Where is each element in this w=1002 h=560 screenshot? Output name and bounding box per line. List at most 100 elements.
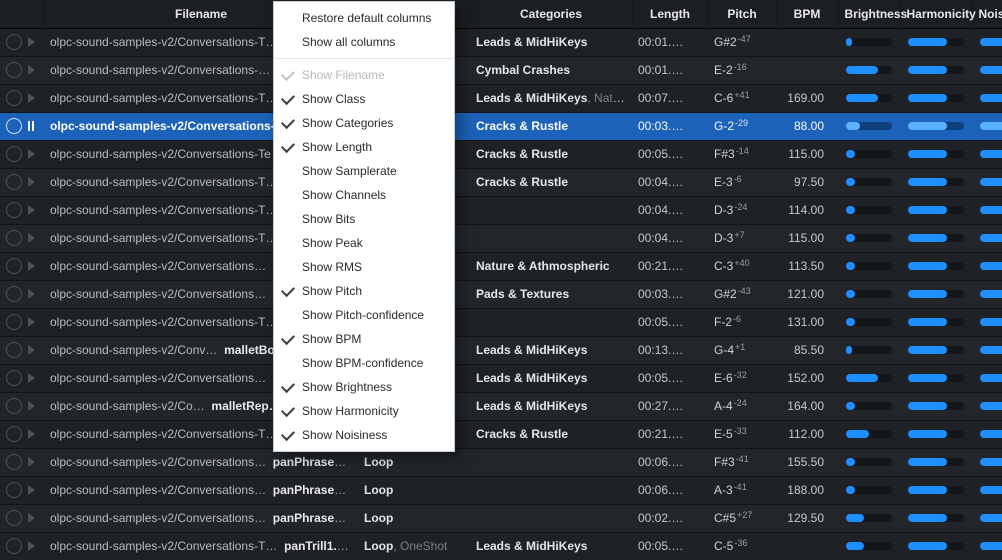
table-row[interactable]: olpc-sound-samples-v2/Conversations-T…Le…	[0, 84, 1002, 112]
menu-restore-default[interactable]: Restore default columns	[274, 6, 454, 30]
categories-cell: Cracks & Rustle	[470, 112, 632, 140]
table-row[interactable]: olpc-sound-samples-v2/Conversations-T…Cr…	[0, 420, 1002, 448]
menu-item[interactable]: Show Noisiness	[274, 423, 454, 447]
col-bpm[interactable]: BPM	[776, 0, 838, 28]
pitch-cell: C-5-36	[708, 532, 776, 560]
table-row[interactable]: olpc-sound-samples-v2/Conversations-TeCr…	[0, 112, 1002, 140]
menu-item[interactable]: Show Peak	[274, 231, 454, 255]
menu-show-all[interactable]: Show all columns	[274, 30, 454, 54]
row-marker-icon[interactable]	[6, 62, 22, 78]
row-marker-icon[interactable]	[6, 258, 22, 274]
play-icon[interactable]	[28, 429, 35, 439]
play-icon[interactable]	[28, 233, 35, 243]
play-icon[interactable]	[28, 457, 35, 467]
table-row[interactable]: olpc-sound-samples-v2/Conv… malletBo…Lea…	[0, 336, 1002, 364]
bpm-cell: 97.50	[776, 168, 838, 196]
table-row[interactable]: olpc-sound-samples-v2/Conversations… pan…	[0, 476, 1002, 504]
row-marker-icon[interactable]	[6, 510, 22, 526]
har-cell	[900, 504, 972, 532]
categories-cell	[470, 476, 632, 504]
table-row[interactable]: olpc-sound-samples-v2/Conversations-TeCr…	[0, 140, 1002, 168]
play-icon[interactable]	[28, 317, 35, 327]
table-row[interactable]: olpc-sound-samples-v2/Conversations… ha……	[0, 280, 1002, 308]
table-row[interactable]: olpc-sound-samples-v2/Conversations-T…00…	[0, 196, 1002, 224]
row-marker-icon[interactable]	[6, 482, 22, 498]
row-marker-icon[interactable]	[6, 314, 22, 330]
play-icon[interactable]	[28, 373, 35, 383]
row-marker-icon[interactable]	[6, 342, 22, 358]
col-length[interactable]: Length	[632, 0, 708, 28]
play-icon[interactable]	[28, 149, 35, 159]
col-pitch[interactable]: Pitch	[708, 0, 776, 28]
menu-item[interactable]: Show Pitch	[274, 279, 454, 303]
row-marker-icon[interactable]	[6, 286, 22, 302]
row-marker-icon[interactable]	[6, 174, 22, 190]
play-icon[interactable]	[28, 485, 35, 495]
col-categories[interactable]: Categories	[470, 0, 632, 28]
row-marker-icon[interactable]	[6, 538, 22, 554]
play-icon[interactable]	[28, 65, 35, 75]
table-row[interactable]: olpc-sound-samples-v2/Conversations-T…00…	[0, 224, 1002, 252]
menu-item[interactable]: Show Brightness	[274, 375, 454, 399]
row-marker-icon[interactable]	[6, 202, 22, 218]
menu-item[interactable]: Show Length	[274, 135, 454, 159]
length-cell: 00:13.576	[632, 336, 708, 364]
menu-item[interactable]: Show BPM	[274, 327, 454, 351]
play-icon[interactable]	[28, 401, 35, 411]
row-marker-icon[interactable]	[6, 118, 22, 134]
playing-icon[interactable]	[28, 121, 34, 131]
table-row[interactable]: olpc-sound-samples-v2/Conversations-T… b…	[0, 28, 1002, 56]
menu-item[interactable]: Show Pitch-confidence	[274, 303, 454, 327]
menu-item[interactable]: Show BPM-confidence	[274, 351, 454, 375]
pitch-cell: F-2-6	[708, 308, 776, 336]
class-cell: Loop	[358, 504, 470, 532]
table-row[interactable]: olpc-sound-samples-v2/Conversations-T… p…	[0, 532, 1002, 560]
menu-item[interactable]: Show Harmonicity	[274, 399, 454, 423]
column-context-menu[interactable]: Restore default columns Show all columns…	[273, 1, 455, 452]
bpm-cell: 113.50	[776, 252, 838, 280]
table-row[interactable]: olpc-sound-samples-v2/Conversations… ma……	[0, 364, 1002, 392]
row-marker-icon[interactable]	[6, 398, 22, 414]
menu-item[interactable]: Show Categories	[274, 111, 454, 135]
table-row[interactable]: olpc-sound-samples-v2/Conversations… pan…	[0, 448, 1002, 476]
table-row[interactable]: olpc-sound-samples-v2/Conversations… pan…	[0, 504, 1002, 532]
play-icon[interactable]	[28, 261, 35, 271]
pitch-cell: G#2-47	[708, 28, 776, 56]
menu-item[interactable]: Show Bits	[274, 207, 454, 231]
row-marker-icon[interactable]	[6, 146, 22, 162]
length-cell: 00:21.320	[632, 420, 708, 448]
bri-cell	[838, 28, 900, 56]
bri-cell	[838, 280, 900, 308]
play-icon[interactable]	[28, 513, 35, 523]
play-icon[interactable]	[28, 37, 35, 47]
row-marker-icon[interactable]	[6, 90, 22, 106]
bpm-cell: 188.00	[776, 476, 838, 504]
play-icon[interactable]	[28, 205, 35, 215]
play-icon[interactable]	[28, 289, 35, 299]
table-row[interactable]: olpc-sound-samples-v2/Conversations-…Cym…	[0, 56, 1002, 84]
menu-item[interactable]: Show Channels	[274, 183, 454, 207]
table-row[interactable]: olpc-sound-samples-v2/Co… malletRep…Lead…	[0, 392, 1002, 420]
row-marker-icon[interactable]	[6, 454, 22, 470]
pitch-cell: D-3-24	[708, 196, 776, 224]
bpm-cell	[776, 56, 838, 84]
table-row[interactable]: olpc-sound-samples-v2/Conversations-T…00…	[0, 308, 1002, 336]
play-icon[interactable]	[28, 345, 35, 355]
table-row[interactable]: olpc-sound-samples-v2/Conversations… g…N…	[0, 252, 1002, 280]
table-row[interactable]: olpc-sound-samples-v2/Conversations-T…Cr…	[0, 168, 1002, 196]
menu-item[interactable]: Show RMS	[274, 255, 454, 279]
play-icon[interactable]	[28, 541, 35, 551]
col-brightness[interactable]: Brightness	[838, 0, 900, 28]
row-marker-icon[interactable]	[6, 230, 22, 246]
row-marker-icon[interactable]	[6, 426, 22, 442]
col-noisiness[interactable]: Noisiness	[972, 0, 1002, 28]
bri-cell	[838, 168, 900, 196]
row-marker-icon[interactable]	[6, 370, 22, 386]
play-icon[interactable]	[28, 93, 35, 103]
col-harmonicity[interactable]: Harmonicity	[900, 0, 972, 28]
play-icon[interactable]	[28, 177, 35, 187]
row-marker-icon[interactable]	[6, 34, 22, 50]
menu-item[interactable]: Show Samplerate	[274, 159, 454, 183]
menu-item[interactable]: Show Class	[274, 87, 454, 111]
table-header[interactable]: Filename Class Categories Length Pitch B…	[0, 0, 1002, 28]
